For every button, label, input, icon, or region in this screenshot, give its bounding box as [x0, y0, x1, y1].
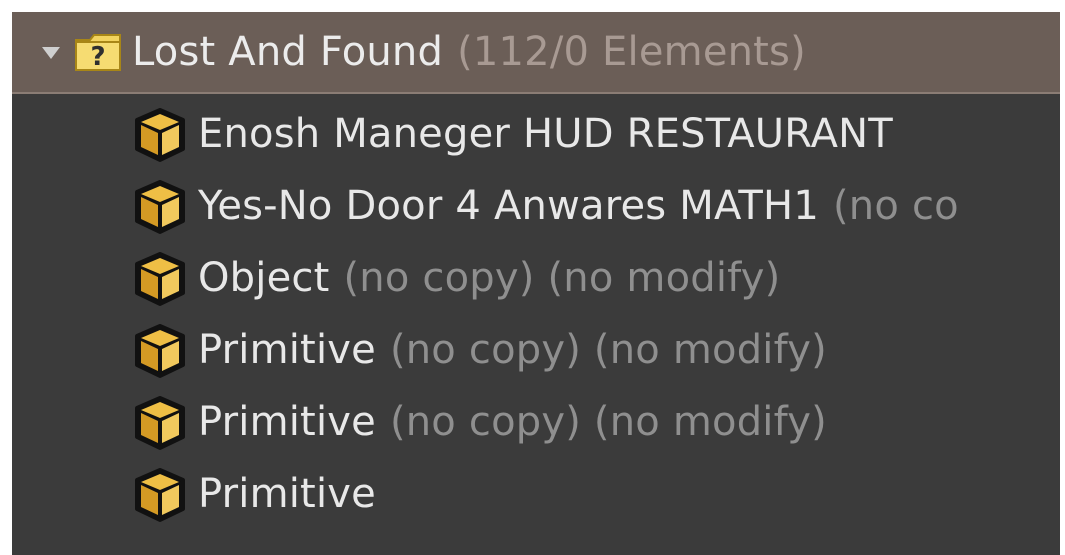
object-box-icon — [135, 108, 185, 162]
folder-count: (112/0 Elements) — [457, 29, 806, 75]
object-box-icon — [135, 468, 185, 522]
inventory-panel: ? Lost And Found (112/0 Elements) Enosh … — [12, 12, 1060, 555]
item-name: Primitive — [198, 399, 376, 445]
list-item[interactable]: Primitive (no copy) (no modify) — [12, 314, 1060, 386]
list-item[interactable]: Enosh Maneger HUD RESTAURANT — [12, 98, 1060, 170]
object-box-icon — [135, 252, 185, 306]
item-meta: (no co — [833, 183, 959, 229]
svg-text:?: ? — [90, 42, 105, 72]
item-meta: (no copy) (no modify) — [389, 399, 827, 445]
expand-arrow-icon[interactable] — [42, 47, 60, 59]
item-meta: (no copy) (no modify) — [343, 255, 781, 301]
item-name: Object — [198, 255, 330, 301]
folder-row-lost-and-found[interactable]: ? Lost And Found (112/0 Elements) — [12, 12, 1060, 94]
item-name: Yes-No Door 4 Anwares MATH1 — [198, 183, 819, 229]
item-name: Primitive — [198, 327, 376, 373]
list-item[interactable]: Primitive (no copy) (no modify) — [12, 386, 1060, 458]
list-item[interactable]: Object (no copy) (no modify) — [12, 242, 1060, 314]
object-box-icon — [135, 396, 185, 450]
object-box-icon — [135, 180, 185, 234]
item-name: Enosh Maneger HUD RESTAURANT — [198, 111, 893, 157]
list-item[interactable]: Primitive — [12, 458, 1060, 530]
item-meta: (no copy) (no modify) — [389, 327, 827, 373]
object-box-icon — [135, 324, 185, 378]
list-item[interactable]: Yes-No Door 4 Anwares MATH1 (no co — [12, 170, 1060, 242]
folder-name: Lost And Found — [132, 29, 444, 75]
item-name: Primitive — [198, 471, 376, 517]
lost-and-found-folder-icon: ? — [75, 34, 121, 72]
